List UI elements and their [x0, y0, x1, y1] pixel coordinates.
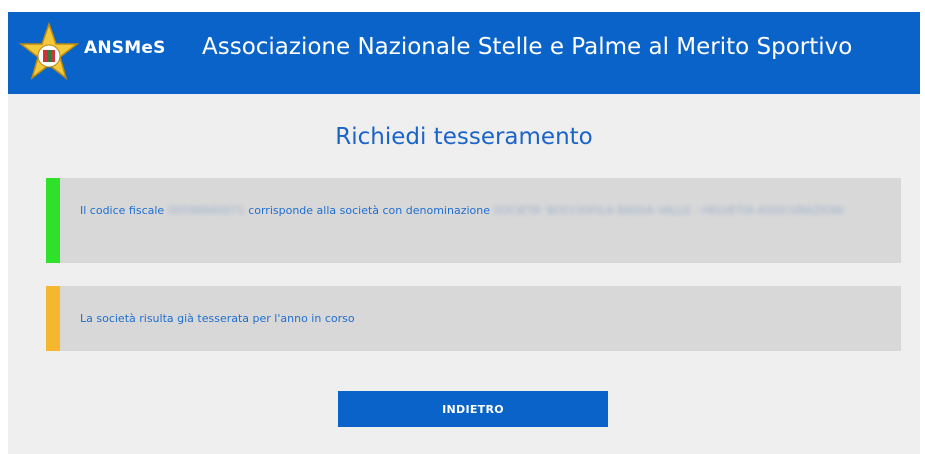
denominazione-value: SOCIETA' BOCCIOFILA BASSA VALLE - HELVET… — [493, 204, 844, 217]
message-prefix: Il codice fiscale — [80, 204, 165, 217]
warning-text: La società risulta già tesserata per l'a… — [80, 312, 355, 325]
warning-message: La società risulta già tesserata per l'a… — [46, 286, 901, 351]
organization-title: Associazione Nazionale Stelle e Palme al… — [202, 34, 853, 60]
site-header: ANSMeS Associazione Nazionale Stelle e P… — [8, 12, 920, 94]
back-button[interactable]: INDIETRO — [338, 391, 608, 427]
brand-name: ANSMeS — [84, 38, 166, 58]
message-middle: corrisponde alla società con denominazio… — [248, 204, 490, 217]
page-title: Richiedi tesseramento — [335, 124, 593, 150]
codice-fiscale-value: 00598940071 — [167, 204, 245, 217]
success-message: Il codice fiscale 00598940071 corrispond… — [46, 178, 901, 263]
star-logo-icon — [18, 22, 80, 80]
page-container: ANSMeS Associazione Nazionale Stelle e P… — [8, 12, 920, 454]
